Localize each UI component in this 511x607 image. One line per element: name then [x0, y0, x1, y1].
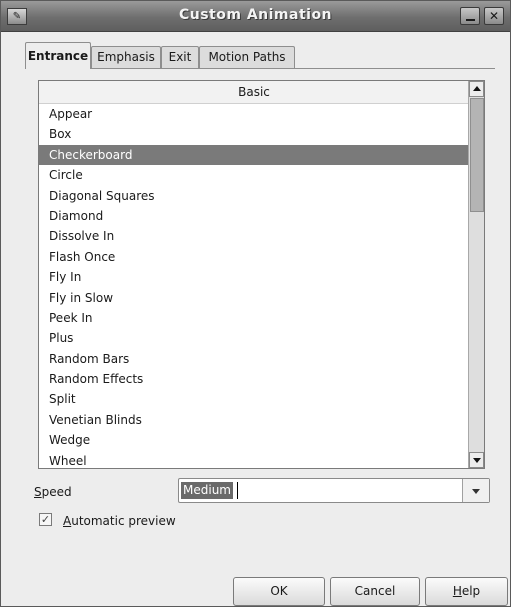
custom-animation-dialog: ✎ Custom Animation Entrance Emphasis Exi… [0, 0, 511, 607]
tab-motion-paths[interactable]: Motion Paths [199, 46, 295, 68]
effects-list[interactable]: Basic Appear Box Checkerboard Circle Diagona… [38, 80, 485, 469]
help-label-rest: elp [461, 584, 481, 598]
effect-list-item[interactable]: Diamond [39, 206, 469, 226]
effects-list-items: Appear Box Checkerboard Circle Diagonal Squa… [39, 104, 469, 468]
scrollbar-thumb[interactable] [470, 98, 484, 212]
speed-combobox[interactable]: Medium [178, 478, 490, 503]
effect-list-item[interactable]: Diagonal Squares [39, 186, 469, 206]
effect-list-item[interactable]: Random Bars [39, 349, 469, 369]
speed-dropdown-arrow-icon[interactable] [462, 479, 489, 502]
automatic-preview-label[interactable]: Automatic preview [63, 514, 176, 528]
speed-value[interactable]: Medium [181, 482, 233, 499]
effect-list-item[interactable]: Wheel [39, 451, 469, 468]
minimize-button[interactable] [460, 7, 480, 25]
tab-motion-paths-label: Motion Paths [208, 50, 286, 64]
tab-entrance-label: Entrance [27, 49, 89, 63]
title-bar[interactable]: ✎ Custom Animation [1, 1, 510, 32]
help-button[interactable]: Help [425, 577, 508, 606]
effect-list-item[interactable]: Fly In [39, 267, 469, 287]
effect-list-item[interactable]: Flash Once [39, 247, 469, 267]
cancel-button[interactable]: Cancel [330, 577, 420, 606]
effect-list-item[interactable]: Checkerboard [39, 144, 469, 166]
scroll-up-arrow-icon[interactable] [469, 81, 484, 97]
effect-list-item[interactable]: Appear [39, 104, 469, 124]
window-title: Custom Animation [178, 7, 333, 23]
list-category-header: Basic [39, 81, 469, 104]
effect-list-item[interactable]: Plus [39, 328, 469, 348]
tab-emphasis-label: Emphasis [97, 50, 155, 64]
speed-label-mnemonic: S [34, 485, 42, 499]
speed-label-rest: peed [41, 485, 72, 499]
effect-list-item[interactable]: Dissolve In [39, 226, 469, 246]
scroll-down-arrow-icon[interactable] [469, 452, 484, 468]
ok-button[interactable]: OK [233, 577, 325, 606]
effect-list-item[interactable]: Fly in Slow [39, 288, 469, 308]
tab-panel-border [25, 68, 495, 71]
tab-entrance[interactable]: Entrance [25, 42, 91, 69]
effect-list-item[interactable]: Split [39, 389, 469, 409]
effect-list-item[interactable]: Venetian Blinds [39, 410, 469, 430]
speed-label: Speed [34, 485, 72, 499]
text-caret [237, 482, 238, 499]
vertical-scrollbar[interactable] [468, 81, 484, 468]
effect-list-item[interactable]: Box [39, 124, 469, 144]
preview-label-rest: utomatic preview [71, 514, 176, 528]
help-label-mnemonic: H [452, 584, 462, 598]
effect-list-item[interactable]: Circle [39, 165, 469, 185]
effect-list-item[interactable]: Wedge [39, 430, 469, 450]
effect-list-item[interactable]: Peek In [39, 308, 469, 328]
automatic-preview-checkbox[interactable]: ✓ [39, 513, 52, 526]
tab-exit-label: Exit [168, 50, 192, 64]
close-button[interactable] [484, 7, 504, 25]
tab-emphasis[interactable]: Emphasis [91, 46, 161, 68]
tab-exit[interactable]: Exit [161, 46, 199, 68]
effect-list-item[interactable]: Random Effects [39, 369, 469, 389]
preview-label-mnemonic: A [63, 514, 72, 528]
